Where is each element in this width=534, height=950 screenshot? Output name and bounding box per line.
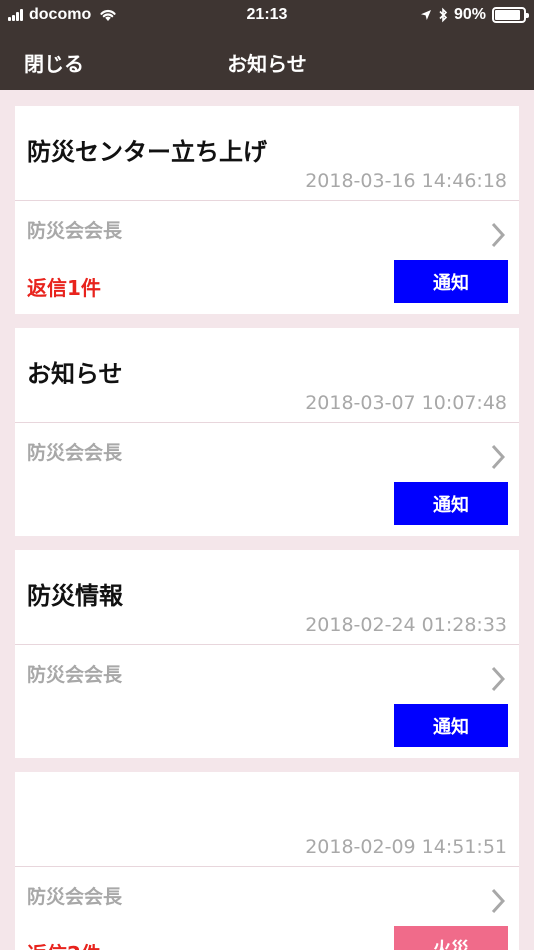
notify-button[interactable]: 通知 <box>394 260 508 303</box>
notice-date: 2018-02-09 14:51:51 <box>305 836 507 858</box>
notice-header: お知らせ 2018-03-07 10:07:48 <box>15 328 519 423</box>
notice-card[interactable]: 2018-02-09 14:51:51 防災会会長 返信2件 火災 <box>15 772 519 950</box>
fire-button[interactable]: 火災 <box>394 926 508 950</box>
location-arrow-icon <box>420 10 431 20</box>
notice-card[interactable]: 防災情報 2018-02-24 01:28:33 防災会会長 通知 <box>15 550 519 758</box>
notice-header: 2018-02-09 14:51:51 <box>15 772 519 867</box>
battery-tip <box>526 13 529 18</box>
notice-card[interactable]: お知らせ 2018-03-07 10:07:48 防災会会長 通知 <box>15 328 519 536</box>
notice-title: 防災センター立ち上げ <box>27 138 267 166</box>
notice-header: 防災情報 2018-02-24 01:28:33 <box>15 550 519 645</box>
page-title: お知らせ <box>227 52 307 76</box>
notice-detail-row[interactable]: 防災会会長 通知 <box>15 424 519 536</box>
notice-detail-row[interactable]: 防災会会長 返信2件 火災 <box>15 868 519 950</box>
notice-author: 防災会会長 <box>27 220 123 242</box>
notice-date: 2018-03-16 14:46:18 <box>305 170 507 192</box>
notice-card[interactable]: 防災センター立ち上げ 2018-03-16 14:46:18 防災会会長 返信1… <box>15 106 519 314</box>
chevron-right-icon <box>491 444 505 470</box>
notice-author: 防災会会長 <box>27 442 123 464</box>
notify-button[interactable]: 通知 <box>394 482 508 525</box>
notice-detail-row[interactable]: 防災会会長 返信1件 通知 <box>15 202 519 314</box>
notice-author: 防災会会長 <box>27 664 123 686</box>
notice-list[interactable]: 防災センター立ち上げ 2018-03-16 14:46:18 防災会会長 返信1… <box>0 90 534 950</box>
reply-count[interactable]: 返信2件 <box>27 938 101 950</box>
notice-header: 防災センター立ち上げ 2018-03-16 14:46:18 <box>15 106 519 201</box>
battery-icon <box>492 7 529 23</box>
bluetooth-icon <box>439 7 448 23</box>
nav-bar: 閉じる お知らせ <box>0 32 534 90</box>
notice-detail-row[interactable]: 防災会会長 通知 <box>15 646 519 758</box>
battery-percent: 90% <box>453 6 486 23</box>
chevron-right-icon <box>491 888 505 914</box>
status-right: 90% <box>420 6 529 24</box>
notice-title: 防災情報 <box>27 582 123 610</box>
chevron-right-icon <box>491 666 505 692</box>
reply-count[interactable]: 返信1件 <box>27 272 101 301</box>
notice-date: 2018-03-07 10:07:48 <box>305 392 507 414</box>
notice-title: お知らせ <box>27 360 123 388</box>
notify-button[interactable]: 通知 <box>394 704 508 747</box>
battery-level <box>495 10 521 20</box>
status-bar: docomo 21:13 90% <box>0 0 534 32</box>
notice-author: 防災会会長 <box>27 886 123 908</box>
notice-date: 2018-02-24 01:28:33 <box>305 614 507 636</box>
chevron-right-icon <box>491 222 505 248</box>
